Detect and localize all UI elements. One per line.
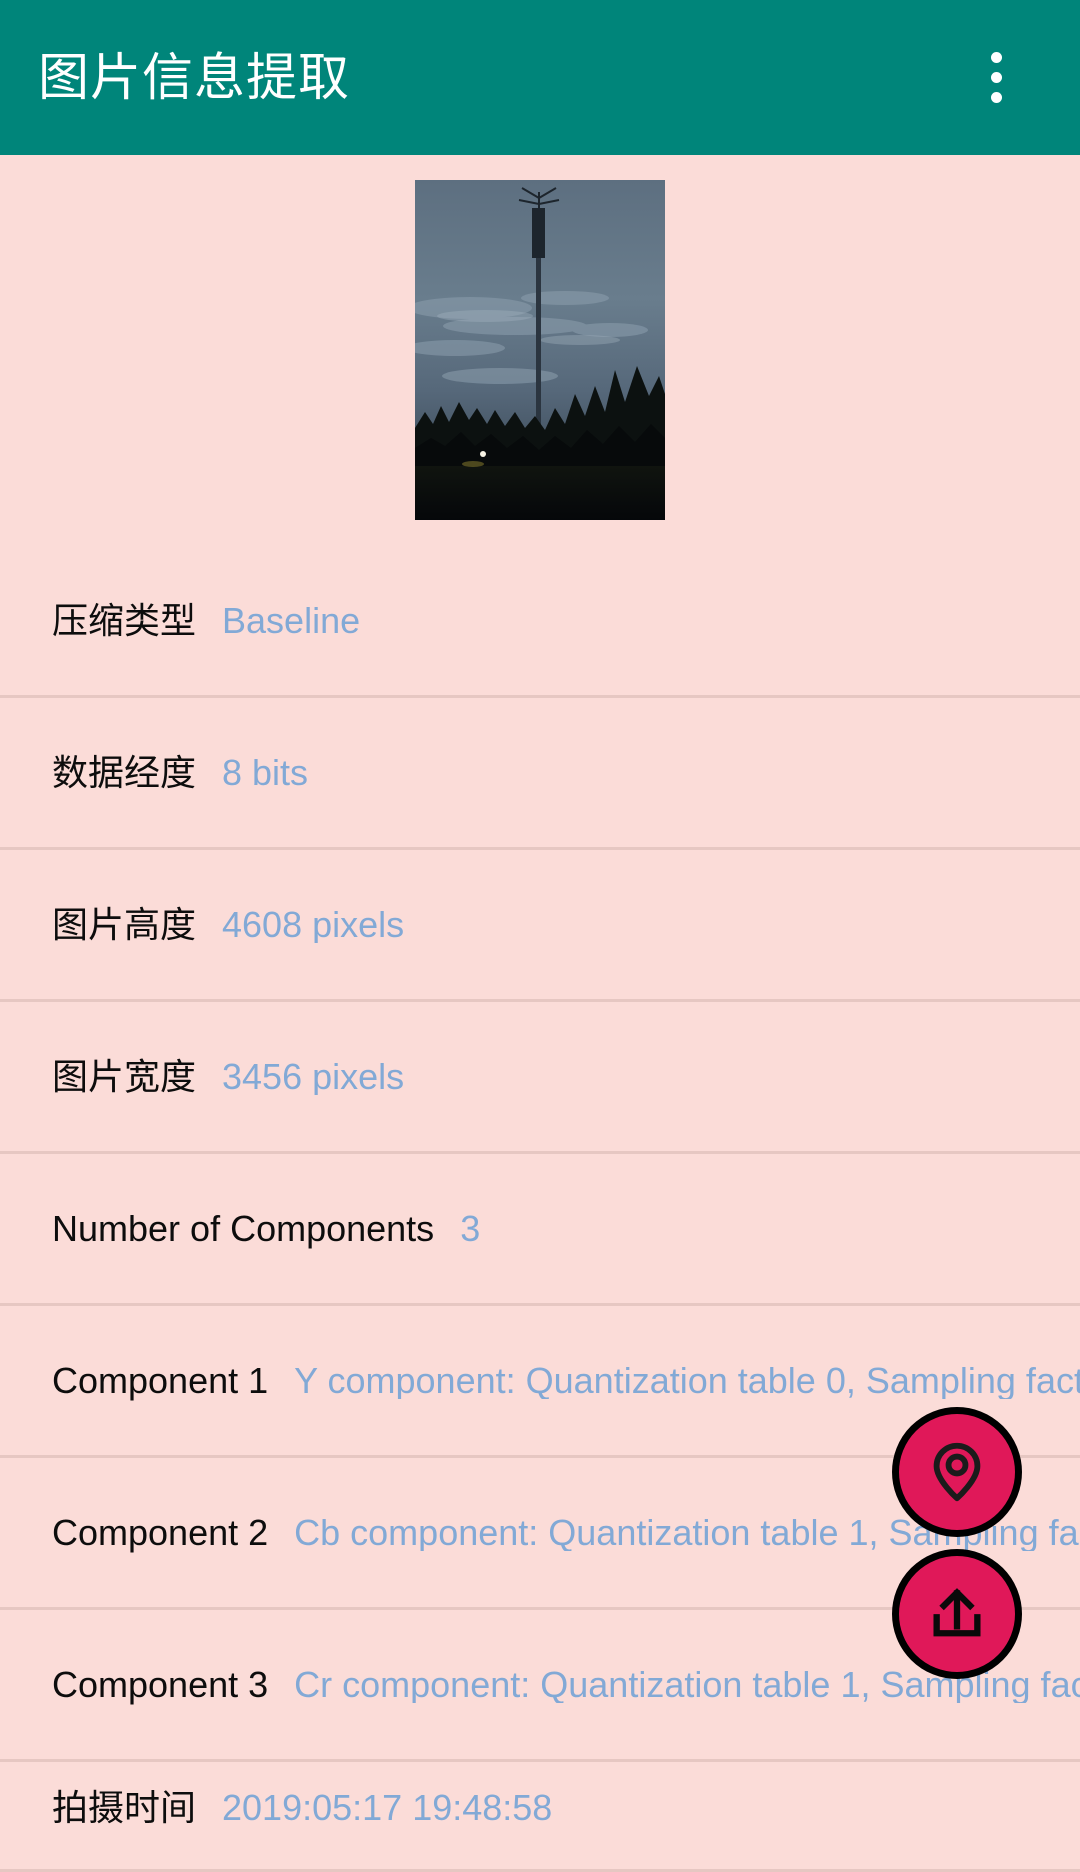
- info-row-label: Component 2: [52, 1511, 269, 1553]
- info-row-value: 3: [460, 1210, 481, 1247]
- thumbnail-container: [0, 155, 1080, 546]
- info-list-container: 压缩类型 Baseline 数据经度 8 bits 图片高度 4608 pixe…: [0, 155, 1080, 1872]
- info-row-value: 4608 pixels: [222, 906, 405, 943]
- info-row-compression-type[interactable]: 压缩类型 Baseline: [0, 546, 1080, 698]
- app-bar: 图片信息提取: [0, 0, 1080, 155]
- more-vert-icon[interactable]: [948, 30, 1044, 126]
- info-row-label: Component 1: [52, 1359, 269, 1401]
- location-pin-icon: [922, 1437, 992, 1507]
- upload-fab[interactable]: [892, 1549, 1022, 1679]
- info-row-image-height[interactable]: 图片高度 4608 pixels: [0, 850, 1080, 1002]
- info-row-label: 数据经度: [52, 751, 197, 793]
- image-thumbnail[interactable]: [415, 180, 665, 520]
- app-title: 图片信息提取: [38, 49, 351, 106]
- overflow-dot-2: [990, 72, 1002, 83]
- info-row-image-width[interactable]: 图片宽度 3456 pixels: [0, 1002, 1080, 1154]
- info-row-value: Baseline: [222, 602, 361, 639]
- info-row-capture-time[interactable]: 拍摄时间 2019:05:17 19:48:58: [0, 1762, 1080, 1872]
- info-row-value: 2019:05:17 19:48:58: [222, 1790, 553, 1826]
- info-row-label: 压缩类型: [52, 599, 197, 641]
- info-row-value: 3456 pixels: [222, 1058, 405, 1095]
- overflow-dot-3: [990, 92, 1002, 103]
- info-row-number-of-components[interactable]: Number of Components 3: [0, 1154, 1080, 1306]
- info-row-value: Y component: Quantization table 0, Sampl…: [294, 1362, 1080, 1399]
- location-fab[interactable]: [892, 1407, 1022, 1537]
- info-row-label: 图片宽度: [52, 1055, 197, 1097]
- info-row-value: 8 bits: [222, 754, 309, 791]
- info-row-label: Component 3: [52, 1663, 269, 1705]
- info-row-label: 图片高度: [52, 903, 197, 945]
- info-row-label: 拍摄时间: [52, 1787, 197, 1828]
- overflow-dot-1: [990, 52, 1002, 63]
- info-row-label: Number of Components: [52, 1207, 435, 1249]
- upload-icon: [924, 1581, 990, 1647]
- info-row-data-precision[interactable]: 数据经度 8 bits: [0, 698, 1080, 850]
